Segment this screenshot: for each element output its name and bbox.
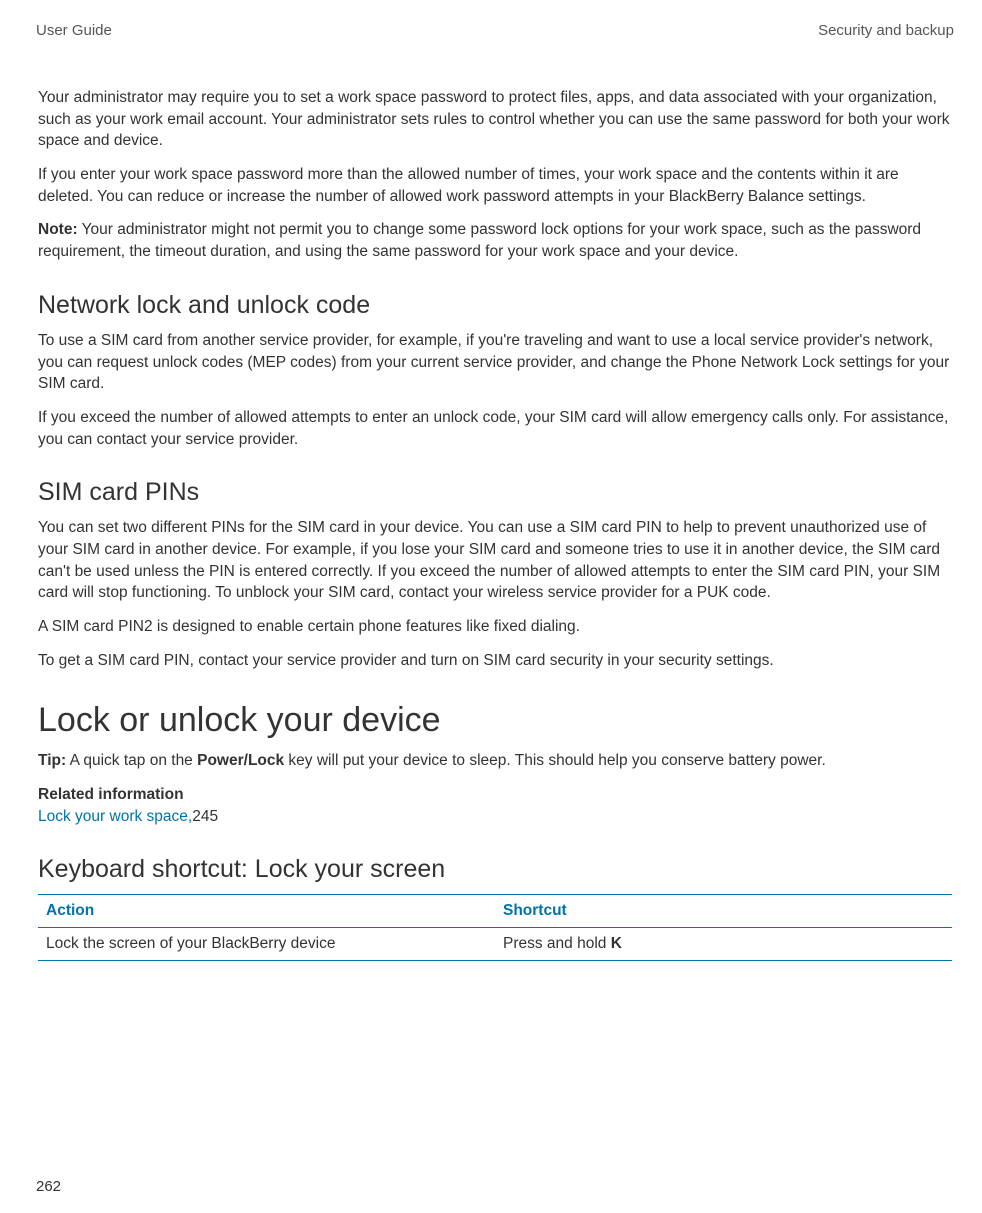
related-page: 245 bbox=[192, 808, 218, 825]
sim-paragraph-3: To get a SIM card PIN, contact your serv… bbox=[38, 650, 952, 672]
header-left: User Guide bbox=[36, 22, 112, 39]
network-lock-heading: Network lock and unlock code bbox=[38, 291, 952, 320]
table-cell-shortcut: Press and hold K bbox=[495, 928, 952, 961]
page-number: 262 bbox=[36, 1178, 61, 1195]
related-info-label: Related information bbox=[38, 784, 952, 806]
table-header-shortcut: Shortcut bbox=[495, 895, 952, 928]
network-paragraph-2: If you exceed the number of allowed atte… bbox=[38, 407, 952, 450]
shortcut-prefix: Press and hold bbox=[503, 935, 611, 952]
header-right: Security and backup bbox=[818, 22, 954, 39]
sim-paragraph-2: A SIM card PIN2 is designed to enable ce… bbox=[38, 616, 952, 638]
note-label: Note: bbox=[38, 221, 78, 238]
related-link[interactable]: Lock your work space, bbox=[38, 808, 192, 825]
tip-text-before: A quick tap on the bbox=[66, 752, 197, 769]
table-row: Lock the screen of your BlackBerry devic… bbox=[38, 928, 952, 961]
shortcut-key: K bbox=[611, 935, 622, 952]
table-header-action: Action bbox=[38, 895, 495, 928]
lock-unlock-heading: Lock or unlock your device bbox=[38, 701, 952, 740]
sim-pins-heading: SIM card PINs bbox=[38, 478, 952, 507]
intro-note: Note: Your administrator might not permi… bbox=[38, 219, 952, 262]
lock-tip: Tip: A quick tap on the Power/Lock key w… bbox=[38, 750, 952, 772]
note-text: Your administrator might not permit you … bbox=[38, 221, 921, 260]
table-cell-action: Lock the screen of your BlackBerry devic… bbox=[38, 928, 495, 961]
keyboard-shortcut-heading: Keyboard shortcut: Lock your screen bbox=[38, 855, 952, 884]
network-paragraph-1: To use a SIM card from another service p… bbox=[38, 330, 952, 395]
shortcut-table: Action Shortcut Lock the screen of your … bbox=[38, 894, 952, 961]
related-info-line: Lock your work space,245 bbox=[38, 806, 952, 828]
page-header: User Guide Security and backup bbox=[36, 22, 954, 39]
tip-label: Tip: bbox=[38, 752, 66, 769]
intro-paragraph-2: If you enter your work space password mo… bbox=[38, 164, 952, 207]
table-header-row: Action Shortcut bbox=[38, 895, 952, 928]
page-content: Your administrator may require you to se… bbox=[36, 87, 954, 961]
tip-text-after: key will put your device to sleep. This … bbox=[284, 752, 826, 769]
sim-paragraph-1: You can set two different PINs for the S… bbox=[38, 517, 952, 604]
tip-key: Power/Lock bbox=[197, 752, 284, 769]
intro-paragraph-1: Your administrator may require you to se… bbox=[38, 87, 952, 152]
